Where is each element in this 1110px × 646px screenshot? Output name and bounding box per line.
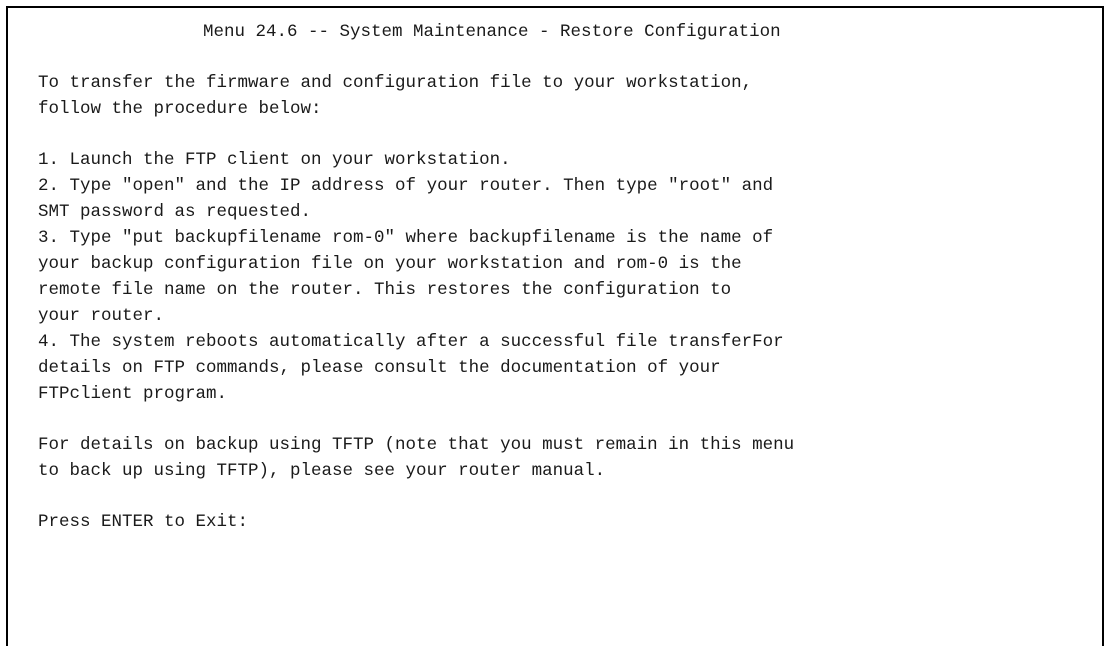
step-line-3: SMT password as requested. — [38, 202, 312, 222]
step-line-9: details on FTP commands, please consult … — [38, 358, 721, 378]
tftp-note-line-1: For details on backup using TFTP (note t… — [38, 435, 795, 455]
step-line-1: 1. Launch the FTP client on your worksta… — [38, 150, 511, 170]
intro-line-2: follow the procedure below: — [38, 99, 322, 119]
step-line-7: your router. — [38, 306, 165, 326]
exit-prompt[interactable]: Press ENTER to Exit: — [38, 510, 248, 536]
menu-title: Menu 24.6 -- System Maintenance - Restor… — [203, 22, 781, 42]
tftp-note-line-2: to back up using TFTP), please see your … — [38, 461, 606, 481]
step-line-6: remote file name on the router. This res… — [38, 280, 732, 300]
step-line-5: your backup configuration file on your w… — [38, 254, 742, 274]
step-line-10: FTPclient program. — [38, 384, 228, 404]
step-line-8: 4. The system reboots automatically afte… — [38, 332, 784, 352]
step-line-2: 2. Type "open" and the IP address of you… — [38, 176, 774, 196]
smt-terminal-screen: Menu 24.6 -- System Maintenance - Restor… — [6, 6, 1104, 646]
intro-line-1: To transfer the firmware and configurati… — [38, 73, 753, 93]
step-line-4: 3. Type "put backupfilename rom-0" where… — [38, 228, 774, 248]
